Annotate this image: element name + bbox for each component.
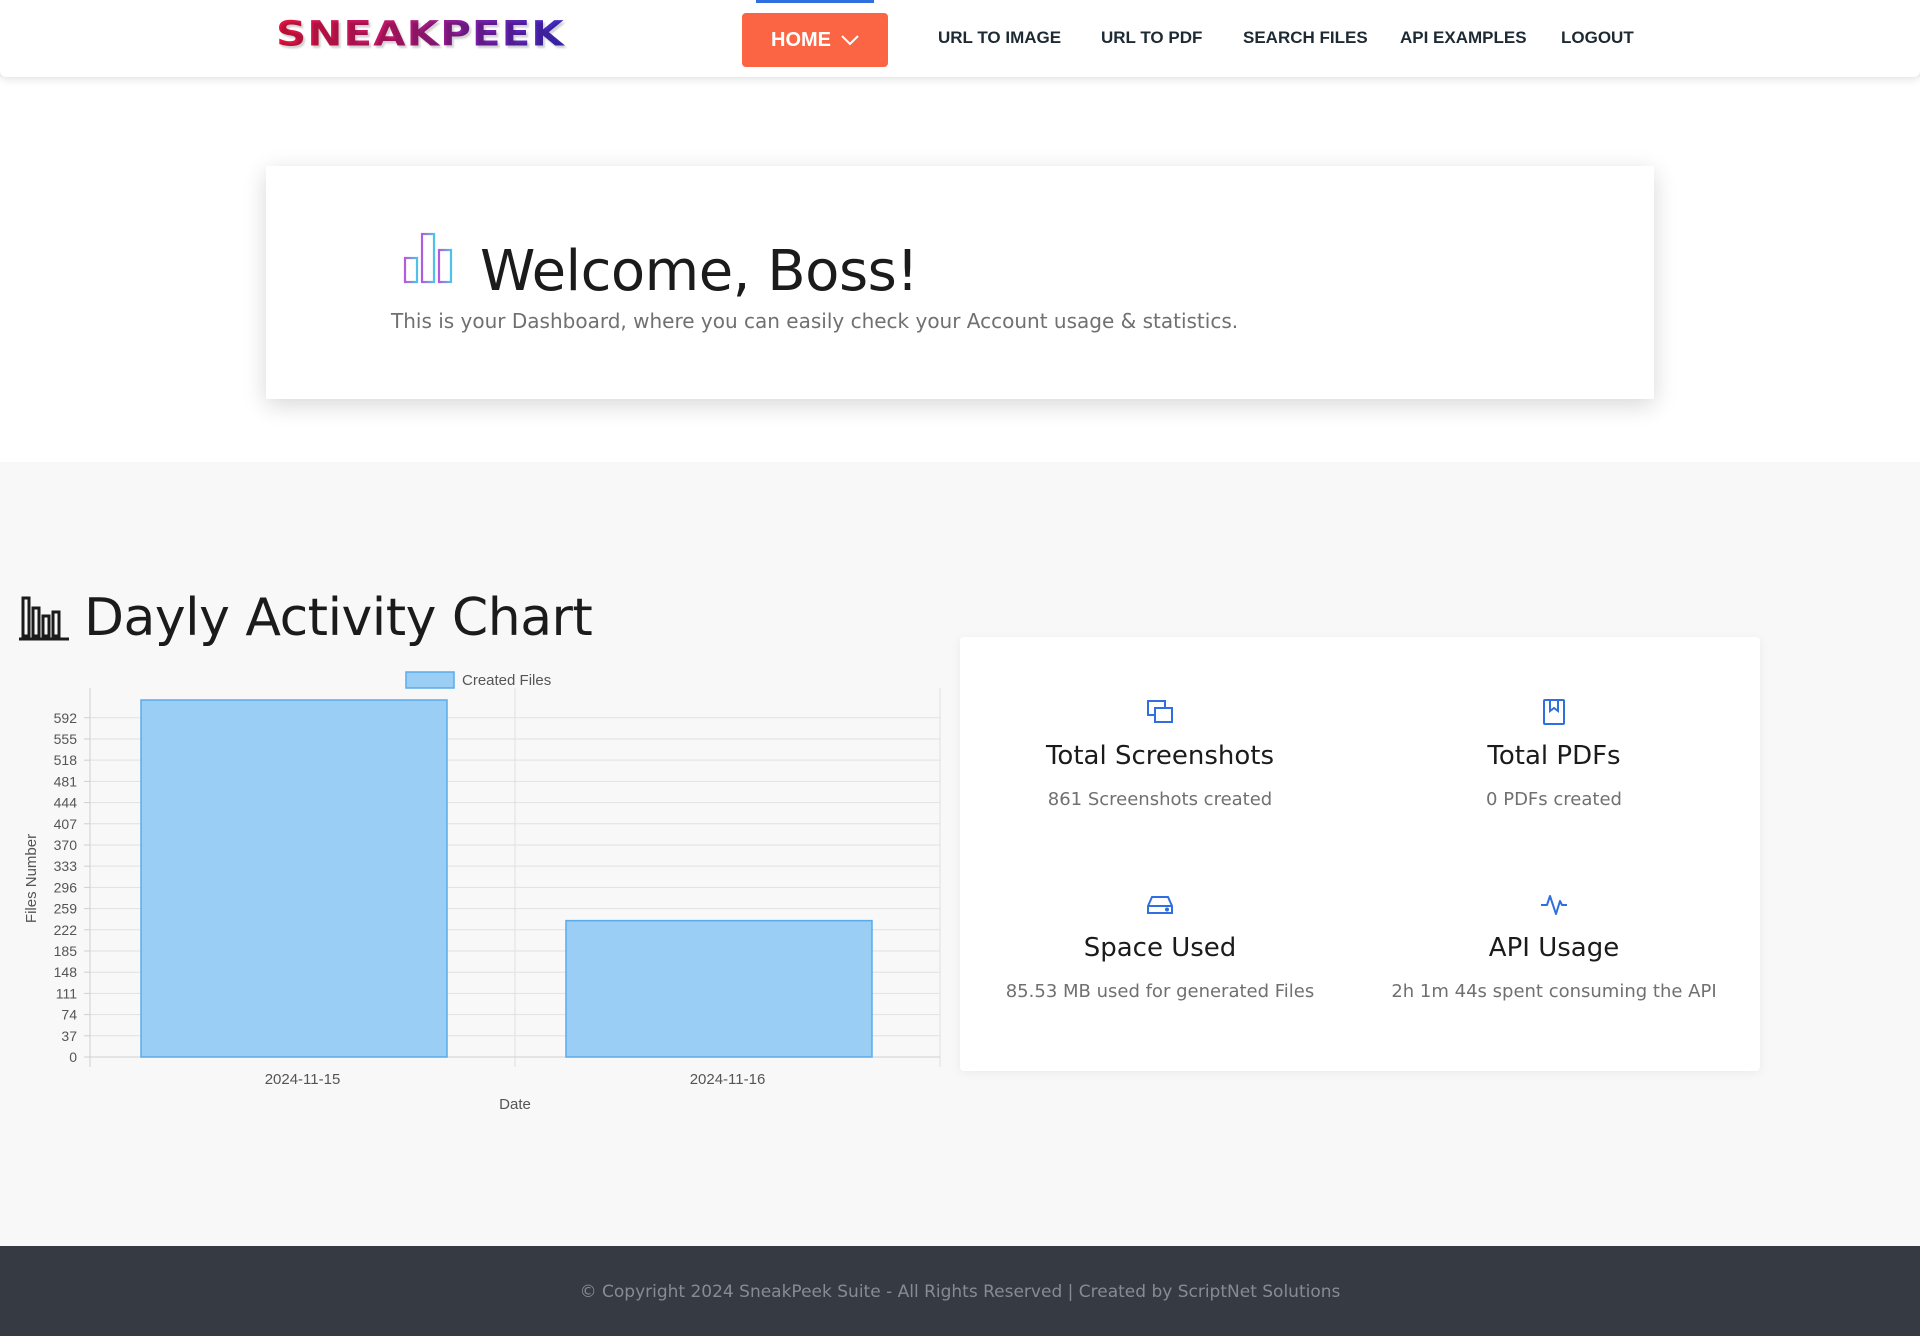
stat-title: Total Screenshots xyxy=(1045,741,1275,771)
x-tick-label: 2024-11-15 xyxy=(265,1071,341,1088)
nav-search-files[interactable]: SEARCH FILES xyxy=(1243,26,1368,50)
bar-chart-outline-icon xyxy=(19,596,69,641)
nav-api-examples[interactable]: API EXAMPLES xyxy=(1400,26,1527,50)
screenshots-icon xyxy=(1147,700,1173,723)
top-navbar: SNEAKPEEK HOME URL TO IMAGE URL TO PDF S… xyxy=(0,0,1920,77)
activity-chart-heading: Dayly Activity Chart xyxy=(18,588,593,648)
y-tick-label: 0 xyxy=(69,1049,77,1065)
bar-2024-11-15 xyxy=(140,699,448,1058)
y-tick-label: 370 xyxy=(54,837,78,853)
y-tick-label: 407 xyxy=(54,816,78,832)
stat-api-usage: API Usage 2h 1m 44s spent consuming the … xyxy=(1354,889,1754,1002)
nav-logout[interactable]: LOGOUT xyxy=(1561,26,1634,50)
legend-swatch xyxy=(405,671,455,689)
footer: © Copyright 2024 SneakPeek Suite - All R… xyxy=(0,1246,1920,1336)
welcome-section: Welcome, Boss! This is your Dashboard, w… xyxy=(0,77,1920,462)
stat-desc: 0 PDFs created xyxy=(1486,789,1622,810)
y-tick-label: 518 xyxy=(54,752,78,768)
x-axis-title: Date xyxy=(499,1096,531,1113)
y-tick-label: 296 xyxy=(54,879,78,895)
y-tick-label: 148 xyxy=(54,964,78,980)
y-tick-label: 74 xyxy=(61,1007,77,1023)
y-tick-label: 592 xyxy=(54,710,78,726)
chevron-down-icon xyxy=(841,35,859,46)
y-axis-title: Files Number xyxy=(23,834,40,923)
stat-desc: 2h 1m 44s spent consuming the API xyxy=(1391,981,1717,1002)
legend-label: Created Files xyxy=(462,672,551,689)
stat-total-pdfs: Total PDFs 0 PDFs created xyxy=(1354,697,1754,810)
welcome-title: Welcome, Boss! xyxy=(480,239,919,304)
x-tick-label: 2024-11-16 xyxy=(690,1071,766,1088)
stat-title: API Usage xyxy=(1488,933,1620,963)
y-tick-label: 111 xyxy=(56,985,77,1001)
chart-title: Dayly Activity Chart xyxy=(84,588,593,648)
pdf-bookmark-icon xyxy=(1543,699,1565,725)
stat-total-screenshots: Total Screenshots 861 Screenshots create… xyxy=(960,697,1360,810)
nav-url-to-image[interactable]: URL TO IMAGE xyxy=(938,26,1061,50)
hard-drive-icon xyxy=(1147,896,1173,914)
stat-title: Space Used xyxy=(1083,933,1237,963)
daily-activity-chart: 0 37 74 111 148 185 222 259 296 333 370 407 444 481 51… xyxy=(23,671,941,1113)
stats-card: Total Screenshots 861 Screenshots create… xyxy=(960,637,1760,1071)
y-tick-label: 259 xyxy=(54,901,78,917)
stat-desc: 861 Screenshots created xyxy=(1047,789,1273,810)
bar-2024-11-16 xyxy=(565,919,873,1058)
nav-url-to-pdf[interactable]: URL TO PDF xyxy=(1101,26,1202,50)
bar-chart-icon xyxy=(400,232,456,285)
y-tick-label: 37 xyxy=(61,1028,77,1044)
y-tick-label: 185 xyxy=(54,943,78,959)
y-tick-label: 222 xyxy=(54,922,78,938)
active-nav-indicator xyxy=(756,0,874,3)
welcome-subtitle: This is your Dashboard, where you can ea… xyxy=(391,309,1239,333)
stat-desc: 85.53 MB used for generated Files xyxy=(1005,981,1315,1002)
y-tick-label: 333 xyxy=(54,858,78,874)
footer-copyright: © Copyright 2024 SneakPeek Suite - All R… xyxy=(579,1282,1341,1302)
home-label: HOME xyxy=(771,28,831,51)
sneakpeek-logo[interactable]: SNEAKPEEK xyxy=(276,13,565,56)
y-tick-label: 481 xyxy=(54,773,78,789)
welcome-card: Welcome, Boss! This is your Dashboard, w… xyxy=(266,166,1654,399)
stat-space-used: Space Used 85.53 MB used for generated F… xyxy=(960,889,1360,1002)
y-tick-label: 444 xyxy=(54,795,78,811)
y-tick-label: 555 xyxy=(54,731,78,747)
activity-pulse-icon xyxy=(1541,895,1567,915)
home-menu-button[interactable]: HOME xyxy=(742,13,888,67)
stat-title: Total PDFs xyxy=(1487,741,1621,771)
